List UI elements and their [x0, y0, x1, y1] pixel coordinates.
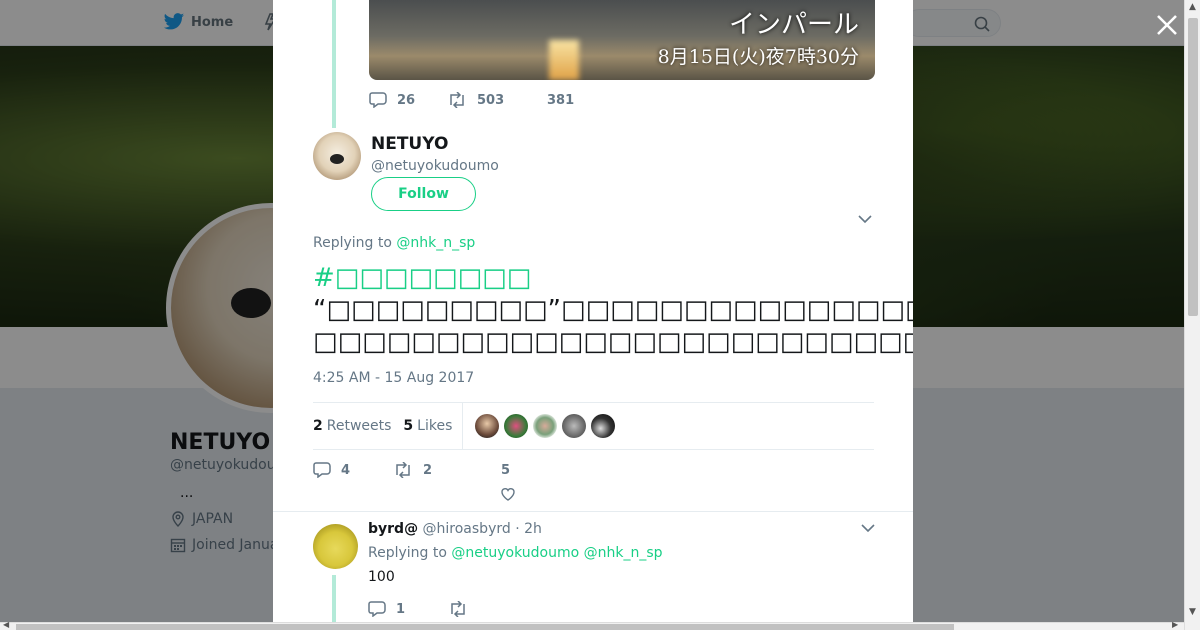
tweet-hashtag[interactable]: #□□□□□□□□	[313, 262, 913, 294]
media-subtitle: 8月15日(火)夜7時30分	[657, 46, 859, 68]
reply-icon	[368, 601, 386, 617]
close-icon[interactable]	[1154, 12, 1180, 38]
reply-time[interactable]: · 2h	[515, 521, 542, 537]
tweet-text-line-1: “□□□□□□□□□”□□□□□□□□□□□□□□□□□□□□□□□□□□□□□…	[313, 295, 913, 325]
retweet-stat-count: 2	[313, 418, 323, 434]
reply-divider	[273, 511, 913, 512]
parent-tweet-media[interactable]: インパール 8月15日(火)夜7時30分	[369, 0, 875, 80]
stats-divider	[462, 403, 464, 449]
retweet-stat-label: Retweets	[326, 418, 392, 434]
like-count: 381	[547, 92, 575, 108]
liker-avatar[interactable]	[504, 414, 529, 438]
retweet-count: 503	[477, 92, 505, 108]
retweet-icon	[396, 462, 410, 478]
tweet-author-avatar[interactable]	[313, 132, 361, 180]
vertical-scrollbar[interactable]: ▲ ▼	[1184, 0, 1200, 630]
liker-avatar[interactable]	[591, 414, 616, 438]
like-count: 5	[501, 462, 511, 478]
retweet-icon	[451, 601, 465, 617]
reply-count: 4	[341, 462, 351, 478]
liker-avatar[interactable]	[533, 414, 558, 438]
reply-actions: 1	[368, 601, 478, 617]
retweet-icon	[450, 92, 464, 108]
media-title: インパール	[728, 10, 859, 40]
retweet-count: 2	[423, 462, 433, 478]
reply-button[interactable]: 1	[368, 601, 448, 617]
reply-author-handle[interactable]: @hiroasbyrd	[423, 521, 511, 537]
tweet-actions: 4 2 5	[313, 462, 553, 478]
tweet-text: #□□□□□□□□ “□□□□□□□□□”□□□□□□□□□□□□□□ □□□□□…	[313, 262, 913, 358]
scroll-down-arrow-icon[interactable]: ▼	[1189, 607, 1196, 617]
reply-mention-2[interactable]: @nhk_n_sp	[584, 545, 663, 561]
replying-to: Replying to @nhk_n_sp	[313, 235, 475, 251]
reply-header: byrd@ @hiroasbyrd · 2h	[368, 521, 542, 537]
like-stat[interactable]: 5 Likes	[403, 418, 452, 434]
chevron-down-icon[interactable]	[860, 522, 876, 534]
reply-button[interactable]: 4	[313, 462, 393, 478]
reply-author-name[interactable]: byrd@	[368, 521, 418, 537]
reply-text: 100	[368, 569, 395, 585]
reply-mention-1[interactable]: @netuyokudoumo	[451, 545, 579, 561]
heart-icon[interactable]	[500, 486, 516, 502]
reply-author-avatar[interactable]	[313, 524, 358, 569]
replying-prefix: Replying to	[313, 235, 392, 251]
retweet-button[interactable]	[448, 601, 478, 617]
like-stat-label: Likes	[417, 418, 453, 434]
scroll-right-arrow-icon[interactable]: ▶	[1172, 620, 1178, 629]
scroll-up-arrow-icon[interactable]: ▲	[1189, 2, 1196, 12]
scroll-thumb[interactable]	[1188, 18, 1198, 316]
liker-avatar[interactable]	[562, 414, 587, 438]
reply-replying-to: Replying to @netuyokudoumo @nhk_n_sp	[368, 545, 663, 561]
tweet-stats: 2 Retweets 5 Likes	[313, 402, 874, 450]
scroll-left-arrow-icon[interactable]: ◀	[3, 620, 9, 629]
tweet-timestamp: 4:25 AM - 15 Aug 2017	[313, 370, 475, 386]
horizontal-scrollbar[interactable]: ◀ ▶	[0, 620, 1184, 630]
retweet-stat[interactable]: 2 Retweets	[313, 418, 391, 434]
reply-icon	[313, 462, 331, 478]
retweet-button[interactable]: 2	[393, 462, 473, 478]
tweet-author-name[interactable]: NETUYO	[371, 134, 448, 154]
tweet-text-line-2: □□□□□□□□□□□□□□□□□□□□□□□□□□□□□□□□□□□□□□□□…	[313, 327, 913, 357]
reply-icon	[369, 92, 387, 108]
reply-count: 1	[396, 601, 406, 617]
scroll-thumb[interactable]	[16, 624, 954, 630]
reply-button[interactable]: 26	[369, 92, 447, 108]
tweet-modal: インパール 8月15日(火)夜7時30分 26 503 381 NETUYO @…	[273, 0, 913, 622]
reply-count: 26	[397, 92, 416, 108]
follow-button[interactable]: Follow	[371, 177, 476, 211]
like-button[interactable]: 381	[547, 93, 574, 108]
parent-tweet-actions: 26 503 381	[369, 92, 574, 108]
thread-line	[332, 0, 336, 128]
tweet-author-handle[interactable]: @netuyokudoumo	[371, 158, 499, 174]
reply-replying-prefix: Replying to	[368, 545, 447, 561]
chevron-down-icon[interactable]	[857, 213, 873, 225]
reply-thread-line	[332, 575, 336, 622]
retweet-button[interactable]: 503	[447, 92, 547, 108]
replying-mention[interactable]: @nhk_n_sp	[396, 235, 475, 251]
liker-avatar[interactable]	[475, 414, 500, 438]
like-button[interactable]: 5	[473, 463, 553, 478]
like-stat-count: 5	[403, 418, 414, 434]
